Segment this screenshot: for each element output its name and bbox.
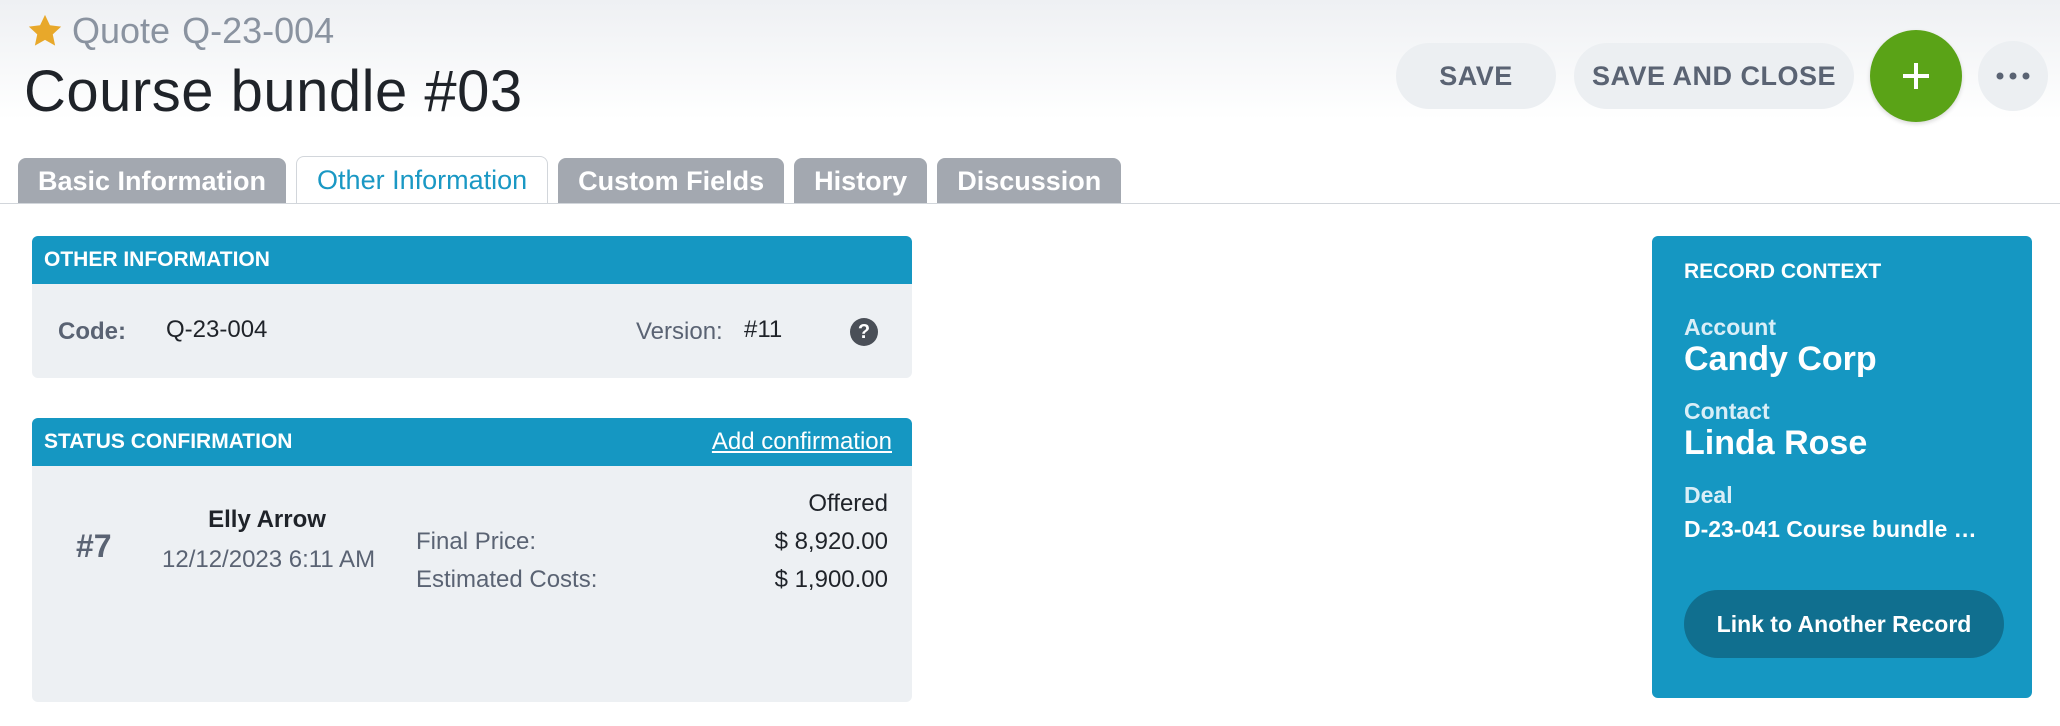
record-context-title: RECORD CONTEXT [1684,260,1882,283]
confirmation-number: #7 [76,528,112,564]
code-label: Code: [58,318,126,345]
star-icon[interactable] [26,12,64,50]
other-information-header: OTHER INFORMATION [32,236,912,284]
status-confirmation-title: STATUS CONFIRMATION [44,430,293,453]
page-header: Quote Q-23-004 Course bundle #03 SAVE SA… [0,0,2060,204]
tab-history[interactable]: History [794,158,928,204]
help-icon[interactable]: ? [850,318,878,346]
estimated-costs-label: Estimated Costs: [416,566,598,593]
confirmation-status: Offered [808,490,888,517]
record-context-panel: RECORD CONTEXT Account Candy Corp Contac… [1652,236,2032,698]
contact-link[interactable]: Linda Rose [1684,424,1867,463]
tab-bar: Basic Information Other Information Cust… [18,156,1131,204]
page-title: Course bundle #03 [24,59,523,124]
tab-basic-information[interactable]: Basic Information [18,158,287,204]
tab-discussion[interactable]: Discussion [937,158,1122,204]
version-value: #11 [744,316,783,343]
account-label: Account [1684,314,1776,340]
status-confirmation-panel: STATUS CONFIRMATION Add confirmation #7 … [32,418,912,702]
ellipsis-icon [1996,72,2030,80]
action-bar: SAVE SAVE AND CLOSE [1396,30,2048,122]
plus-icon [1903,63,1929,89]
confirmation-user: Elly Arrow [208,506,326,533]
final-price-value: $ 8,920.00 [774,528,888,555]
deal-label: Deal [1684,482,1733,508]
contact-label: Contact [1684,398,1770,424]
deal-link[interactable]: D-23-041 Course bundle … [1684,516,1984,543]
link-to-another-record-button[interactable]: Link to Another Record [1684,590,2004,658]
tab-custom-fields[interactable]: Custom Fields [558,158,785,204]
status-confirmation-header: STATUS CONFIRMATION Add confirmation [32,418,912,466]
tab-other-information[interactable]: Other Information [296,156,549,204]
breadcrumb: Quote Q-23-004 [26,10,334,52]
save-button[interactable]: SAVE [1396,43,1556,109]
entity-id: Q-23-004 [182,10,335,51]
entity-type: Quote [72,10,171,51]
final-price-label: Final Price: [416,528,537,555]
tab-divider [0,203,2060,204]
estimated-costs-value: $ 1,900.00 [774,566,888,593]
confirmation-datetime: 12/12/2023 6:11 AM [162,546,376,573]
more-button[interactable] [1978,41,2048,111]
other-information-title: OTHER INFORMATION [44,248,270,271]
add-button[interactable] [1870,30,1962,122]
add-confirmation-link[interactable]: Add confirmation [712,428,892,456]
account-link[interactable]: Candy Corp [1684,340,1877,379]
save-and-close-button[interactable]: SAVE AND CLOSE [1574,43,1854,109]
version-label: Version: [636,318,723,345]
code-value: Q-23-004 [166,316,268,343]
other-information-panel: OTHER INFORMATION Code: Q-23-004 Version… [32,236,912,378]
